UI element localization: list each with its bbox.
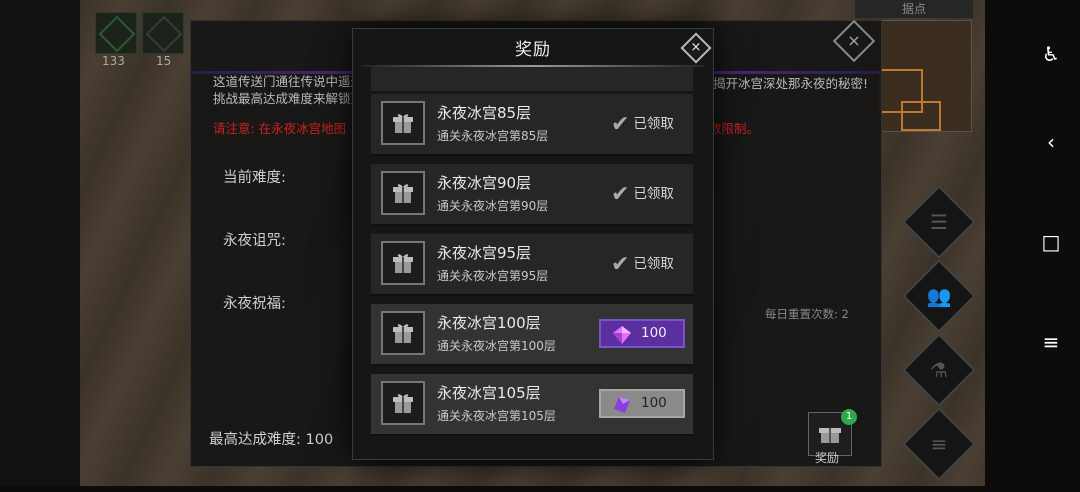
reward-subtitle: 通关永夜冰宫第85层: [437, 129, 549, 143]
item-icon: [98, 15, 136, 53]
item-icon: [145, 15, 183, 53]
label-curse: 永夜诅咒:: [223, 233, 286, 249]
claimed-status: ✔ 已领取: [611, 182, 674, 207]
gift-icon: [393, 394, 413, 413]
reward-list[interactable]: 永夜冰宫85层 通关永夜冰宫第85层 ✔ 已领取 永夜冰宫90层 通关永夜冰宫第9…: [367, 67, 699, 452]
map-title: 据点: [855, 0, 973, 18]
gift-icon: [393, 184, 413, 203]
item-slot-count: 15: [156, 54, 172, 68]
gift-box: [381, 311, 425, 355]
reward-row: 永夜冰宫85层 通关永夜冰宫第85层 ✔ 已领取: [371, 94, 693, 156]
back-icon[interactable]: ‹: [1040, 130, 1062, 154]
label-current-difficulty: 当前难度:: [223, 170, 286, 186]
list-icon: ≡: [930, 432, 948, 456]
locked-reward-button[interactable]: 100: [599, 389, 685, 418]
desc-line: 挑战最高达成难度来解锁更: [213, 91, 364, 106]
reward-row: 永夜冰宫95层 通关永夜冰宫第95层 ✔ 已领取: [371, 234, 693, 296]
map-room: [901, 101, 941, 131]
gift-box: [381, 101, 425, 145]
item-slot[interactable]: [95, 12, 137, 54]
checkmark-icon: ✔: [611, 182, 630, 207]
desc-line-right: 揭开冰宫深处那永夜的秘密!: [713, 76, 869, 91]
desc-line: 这道传送门通往传说中遥远: [213, 74, 364, 89]
gift-icon: [393, 324, 413, 343]
item-slot[interactable]: [142, 12, 184, 54]
gift-box: [381, 381, 425, 425]
close-icon: ×: [690, 40, 702, 55]
potion-icon: ⚗: [930, 358, 948, 382]
gift-icon: [393, 114, 413, 133]
reward-subtitle: 通关永夜冰宫第105层: [437, 409, 556, 423]
claimed-label: 已领取: [633, 116, 674, 132]
item-slot-count: 133: [102, 54, 125, 68]
modal-title: 奖励: [515, 40, 551, 60]
checkmark-icon: ✔: [611, 112, 630, 137]
reward-title: 永夜冰宫100层: [437, 314, 541, 332]
gem-icon: [613, 326, 631, 344]
reward-amount: 100: [641, 325, 667, 341]
gift-box: [381, 171, 425, 215]
reward-row-partial: [371, 67, 693, 91]
reward-subtitle: 通关永夜冰宫第90层: [437, 199, 549, 213]
gem-icon: [614, 397, 630, 413]
rewards-modal: 奖励 × 永夜冰宫85层 通关永夜冰宫第85层 ✔ 已领取 永夜冰宫90层 通关永…: [352, 28, 714, 460]
reward-title: 永夜冰宫105层: [437, 384, 541, 402]
gift-icon: [819, 428, 841, 443]
gift-icon: [393, 254, 413, 273]
gift-box: [381, 241, 425, 285]
scroll-icon: ☰: [930, 210, 948, 234]
warning-text-right: 数限制。: [709, 121, 760, 136]
max-difficulty: 最高达成难度: 100: [209, 432, 334, 448]
team-icon: 👥: [926, 284, 952, 308]
reward-title: 永夜冰宫95层: [437, 244, 532, 262]
left-edge: [0, 0, 80, 486]
reward-amount: 100: [641, 395, 667, 411]
dialog-close-button[interactable]: ×: [832, 19, 876, 63]
daily-reset-count: 每日重置次数: 2: [765, 307, 849, 321]
close-icon: ×: [847, 31, 861, 50]
reward-row: 永夜冰宫105层 通关永夜冰宫第105层 100: [371, 374, 693, 436]
home-icon[interactable]: □: [1040, 230, 1062, 254]
label-blessing: 永夜祝福:: [223, 296, 286, 312]
claimed-status: ✔ 已领取: [611, 112, 674, 137]
reward-badge: 1: [841, 409, 857, 425]
accessibility-icon[interactable]: ♿: [1040, 42, 1062, 66]
warning-text: 请注意: 在永夜冰宫地图: [213, 121, 347, 136]
claim-reward-button[interactable]: 100: [599, 319, 685, 348]
reward-title: 永夜冰宫85层: [437, 104, 532, 122]
reward-title: 永夜冰宫90层: [437, 174, 532, 192]
reward-row: 永夜冰宫90层 通关永夜冰宫第90层 ✔ 已领取: [371, 164, 693, 226]
claimed-label: 已领取: [633, 256, 674, 272]
checkmark-icon: ✔: [611, 252, 630, 277]
menu-icon[interactable]: ≡: [1040, 330, 1062, 354]
reward-row: 永夜冰宫100层 通关永夜冰宫第100层 100: [371, 304, 693, 366]
portal-description: 这道传送门通往传说中遥远 挑战最高达成难度来解锁更: [213, 73, 363, 107]
claimed-status: ✔ 已领取: [611, 252, 674, 277]
claimed-label: 已领取: [633, 186, 674, 202]
reward-subtitle: 通关永夜冰宫第95层: [437, 269, 549, 283]
reward-subtitle: 通关永夜冰宫第100层: [437, 339, 556, 353]
reward-button-label: 奖励: [815, 451, 840, 465]
